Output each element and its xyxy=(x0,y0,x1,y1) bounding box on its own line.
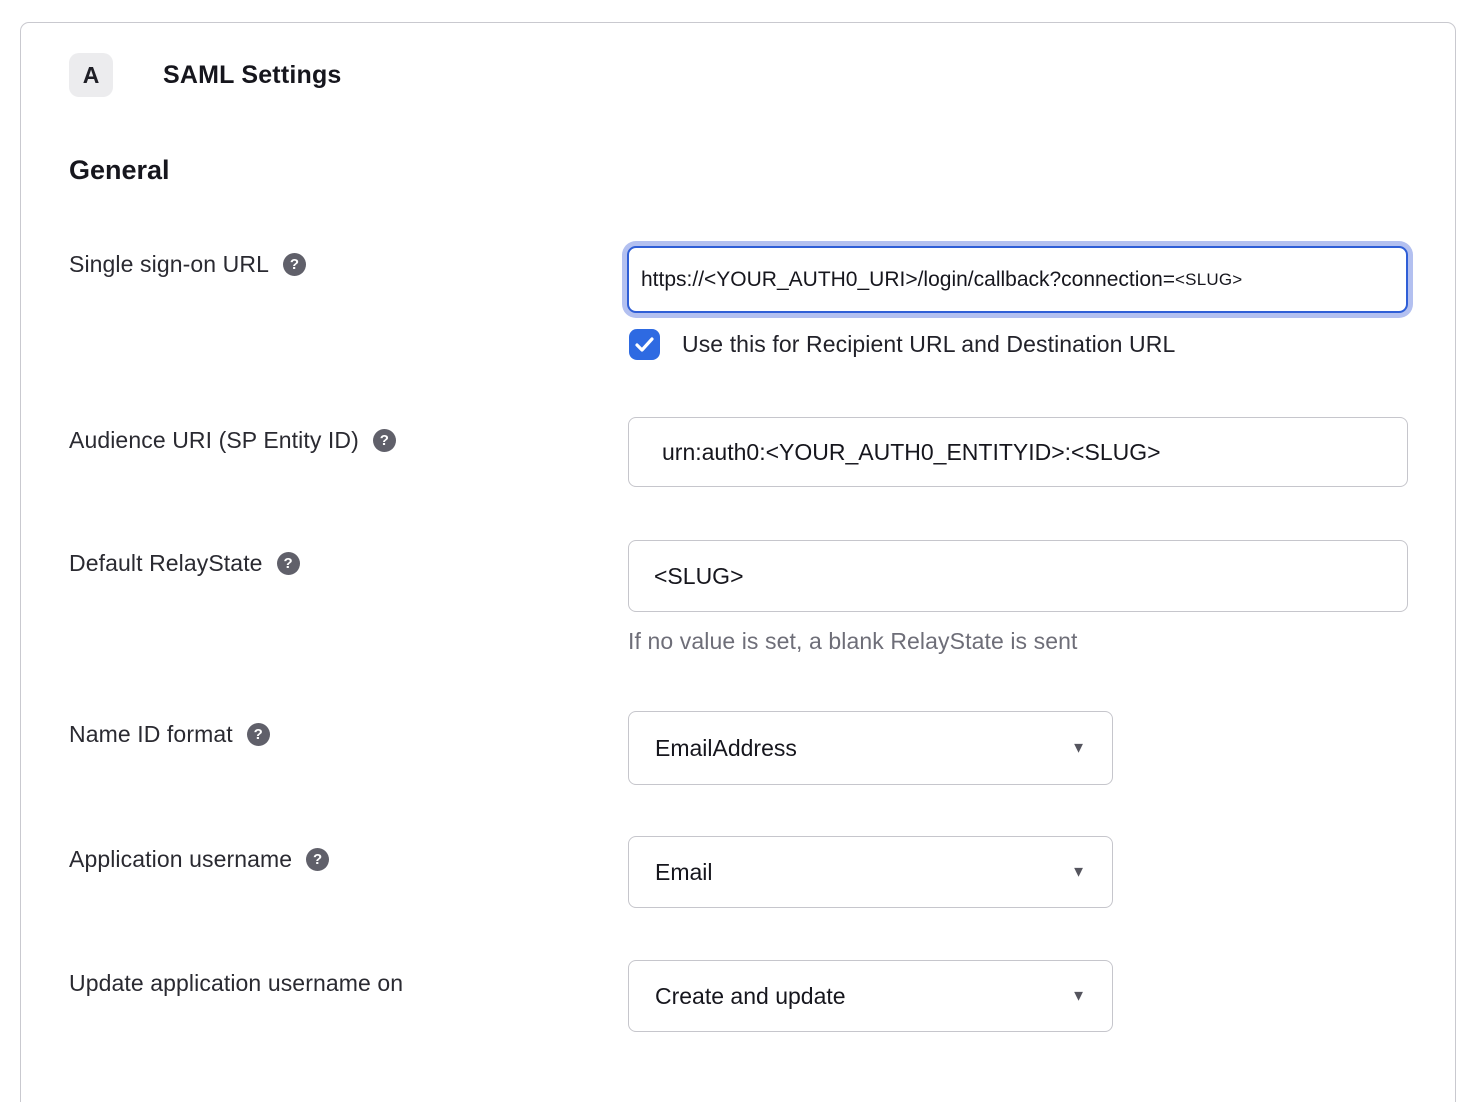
update-username-value: Create and update xyxy=(655,983,846,1010)
nameid-format-select[interactable]: EmailAddress ▼ xyxy=(628,711,1113,785)
section-title-general: General xyxy=(69,155,1455,186)
updateusername-label: Update application username on xyxy=(69,970,403,997)
page-title: SAML Settings xyxy=(163,61,342,90)
sso-url-label: Single sign-on URL xyxy=(69,251,269,278)
card-header: A SAML Settings xyxy=(69,53,1455,97)
recipient-url-checkbox[interactable] xyxy=(629,329,660,360)
appusername-label: Application username xyxy=(69,846,292,873)
checkmark-icon xyxy=(635,337,654,352)
recipient-url-checkbox-row: Use this for Recipient URL and Destinati… xyxy=(629,329,1413,360)
audience-uri-value: urn:auth0:<YOUR_AUTH0_ENTITYID>:<SLUG> xyxy=(662,439,1161,466)
relaystate-label: Default RelayState xyxy=(69,550,263,577)
field-row-application-username: Application username ? Email ▼ xyxy=(69,836,1455,908)
sso-url-input[interactable]: https://<YOUR_AUTH0_URI>/login/callback?… xyxy=(627,246,1408,313)
updateusername-label-wrap: Update application username on xyxy=(69,960,628,997)
relaystate-helper-text: If no value is set, a blank RelayState i… xyxy=(628,628,1408,655)
field-row-update-username: Update application username on Create an… xyxy=(69,960,1455,1032)
nameid-label-wrap: Name ID format ? xyxy=(69,711,628,748)
field-row-sso-url: Single sign-on URL ? https://<YOUR_AUTH0… xyxy=(69,241,1455,360)
application-username-select[interactable]: Email ▼ xyxy=(628,836,1113,908)
help-icon[interactable]: ? xyxy=(373,429,396,452)
update-username-select[interactable]: Create and update ▼ xyxy=(628,960,1113,1032)
sso-url-control: https://<YOUR_AUTH0_URI>/login/callback?… xyxy=(628,241,1413,360)
field-row-relaystate: Default RelayState ? <SLUG> If no value … xyxy=(69,540,1455,655)
help-icon[interactable]: ? xyxy=(306,848,329,871)
relaystate-value: <SLUG> xyxy=(654,563,744,590)
help-icon[interactable]: ? xyxy=(277,552,300,575)
sso-url-label-wrap: Single sign-on URL ? xyxy=(69,241,628,278)
saml-settings-card: A SAML Settings General Single sign-on U… xyxy=(20,22,1456,1102)
relaystate-label-wrap: Default RelayState ? xyxy=(69,540,628,577)
field-row-audience-uri: Audience URI (SP Entity ID) ? urn:auth0:… xyxy=(69,417,1455,487)
audience-uri-label-wrap: Audience URI (SP Entity ID) ? xyxy=(69,417,628,454)
help-icon[interactable]: ? xyxy=(283,253,306,276)
section-badge-letter: A xyxy=(83,62,100,89)
chevron-down-icon: ▼ xyxy=(1071,988,1086,1005)
help-icon[interactable]: ? xyxy=(247,723,270,746)
appusername-label-wrap: Application username ? xyxy=(69,836,628,873)
sso-url-value-slug: <SLUG> xyxy=(1175,270,1242,290)
relaystate-control: <SLUG> If no value is set, a blank Relay… xyxy=(628,540,1408,655)
section-badge: A xyxy=(69,53,113,97)
recipient-url-checkbox-label[interactable]: Use this for Recipient URL and Destinati… xyxy=(682,331,1175,358)
field-row-nameid-format: Name ID format ? EmailAddress ▼ xyxy=(69,711,1455,785)
sso-url-focus-ring: https://<YOUR_AUTH0_URI>/login/callback?… xyxy=(622,241,1413,318)
sso-url-value: https://<YOUR_AUTH0_URI>/login/callback?… xyxy=(641,268,1175,292)
chevron-down-icon: ▼ xyxy=(1071,864,1086,881)
chevron-down-icon: ▼ xyxy=(1071,740,1086,757)
audience-uri-input[interactable]: urn:auth0:<YOUR_AUTH0_ENTITYID>:<SLUG> xyxy=(628,417,1408,487)
audience-uri-label: Audience URI (SP Entity ID) xyxy=(69,427,359,454)
application-username-value: Email xyxy=(655,859,713,886)
nameid-label: Name ID format xyxy=(69,721,233,748)
nameid-format-value: EmailAddress xyxy=(655,735,797,762)
relaystate-input[interactable]: <SLUG> xyxy=(628,540,1408,612)
